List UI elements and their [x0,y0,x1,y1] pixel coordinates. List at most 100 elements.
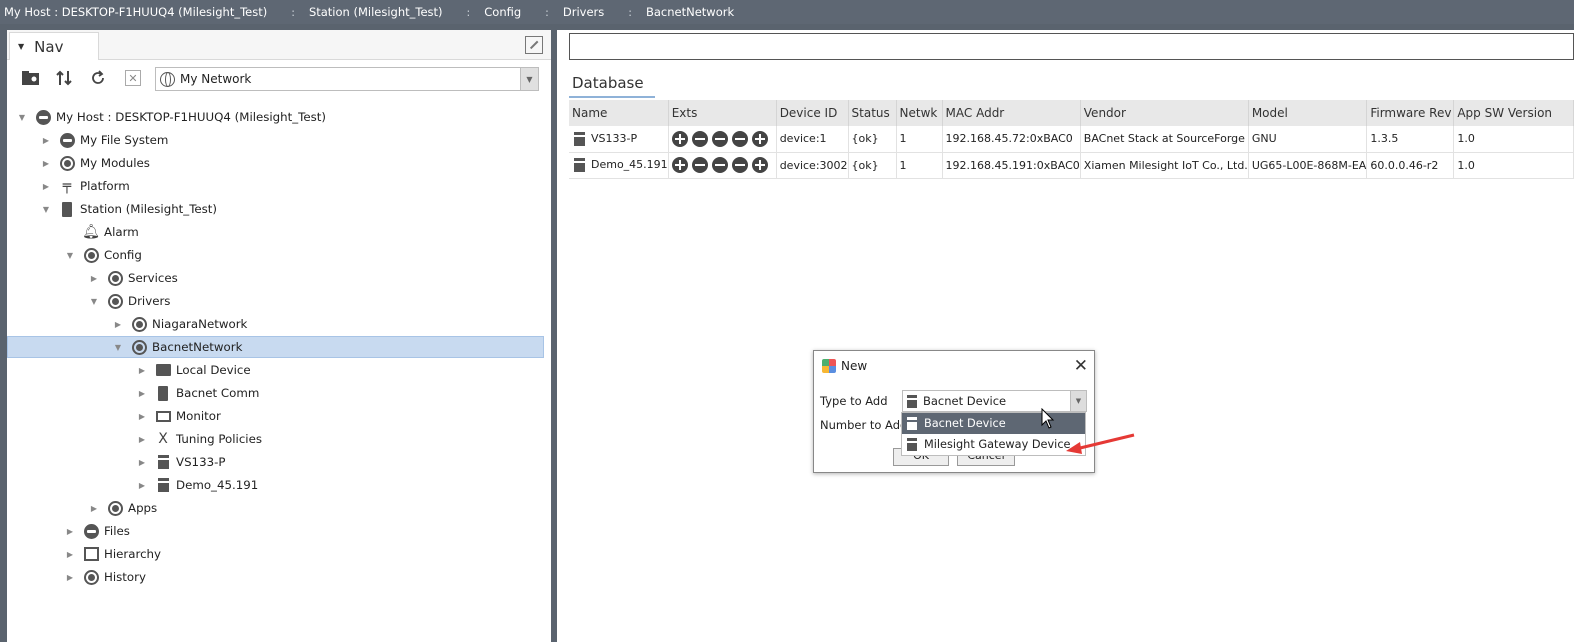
tree-item-files[interactable]: ▶ Files [7,520,544,542]
cell-mac: 192.168.45.72:0xBAC0 [942,126,1081,153]
device-icon [574,131,585,146]
extension-icons [671,157,768,173]
tree-item-local-device[interactable]: ▶ Local Device [7,359,544,381]
column-header[interactable]: Device ID [776,100,849,126]
database-table: Name Exts Device ID Status Netwk MAC Add… [569,100,1574,179]
column-header[interactable]: Vendor [1080,100,1249,126]
new-folder-button[interactable] [19,67,41,89]
tree-item-my-host[interactable]: ▼ My Host : DESKTOP-F1HUUQ4 (Milesight_T… [7,106,544,128]
breadcrumb-host[interactable]: My Host : DESKTOP-F1HUUQ4 (Milesight_Tes… [0,5,271,19]
tree-item-apps[interactable]: ▶ Apps [7,497,544,519]
tree-item-my-file-system[interactable]: ▶ My File System [7,129,544,151]
type-dropdown-list: Bacnet Device Milesight Gateway Device [901,412,1086,456]
tree-item-history[interactable]: ▶ History [7,566,544,588]
tree-item-tuning-policies[interactable]: ▶ Ⅹ Tuning Policies [7,428,544,450]
collapsed-icon[interactable]: ▶ [137,366,147,375]
column-header[interactable]: Name [569,100,669,126]
ext-icon[interactable] [671,157,688,173]
refresh-button[interactable] [87,67,109,89]
collapsed-icon[interactable]: ▶ [137,481,147,490]
ext-icon[interactable] [671,130,688,147]
table-row[interactable]: VS133-P device:1 {ok} 1 192.168.45.72:0x… [569,126,1574,153]
collapsed-icon[interactable]: ▶ [137,435,147,444]
breadcrumb-bacnetnetwork[interactable]: BacnetNetwork [642,5,738,19]
tree-item-config[interactable]: ▼ Config [7,244,544,266]
breadcrumb-drivers[interactable]: Drivers [559,5,608,19]
tree-item-drivers[interactable]: ▼ Drivers [7,290,544,312]
tree-item-label: Local Device [176,363,251,377]
close-icon[interactable]: ✕ [1074,356,1088,376]
expanded-icon[interactable]: ▼ [113,343,123,352]
chevron-down-icon[interactable]: ▼ [520,68,538,90]
station-icon [59,201,75,217]
column-header[interactable]: Model [1248,100,1368,126]
tree-item-demo-45-191[interactable]: ▶ Demo_45.191 [7,474,544,496]
collapsed-icon[interactable]: ▶ [137,389,147,398]
collapsed-icon[interactable]: ▶ [41,182,51,191]
ext-icon[interactable] [731,157,748,173]
collapsed-icon[interactable]: ▶ [137,412,147,421]
table-row[interactable]: Demo_45.191 device:3002 {ok} 1 192.168.4… [569,152,1574,179]
tree-item-monitor[interactable]: ▶ Monitor [7,405,544,427]
comm-icon [155,385,171,401]
collapsed-icon[interactable]: ▶ [41,159,51,168]
breadcrumb-separator: : [545,5,549,19]
collapsed-icon[interactable]: ▶ [65,550,75,559]
expanded-icon[interactable]: ▼ [41,205,51,214]
local-device-icon [155,362,171,378]
tree-item-niagaranetwork[interactable]: ▶ NiagaraNetwork [7,313,544,335]
collapsed-icon[interactable]: ▶ [113,320,123,329]
collapsed-icon[interactable]: ▶ [65,527,75,536]
address-field[interactable] [569,33,1574,60]
network-select[interactable]: My Network ▼ [155,67,539,91]
ext-icon[interactable] [711,130,728,147]
collapsed-icon[interactable]: ▶ [41,136,51,145]
bell-icon: 🔔︎ [82,224,100,240]
ext-icon[interactable] [691,157,708,173]
option-bacnet-device[interactable]: Bacnet Device [902,413,1085,434]
collapsed-icon[interactable]: ▶ [89,504,99,513]
tree-item-alarm[interactable]: 🔔︎ Alarm [7,221,544,243]
type-select[interactable]: Bacnet Device ▼ [902,390,1087,412]
column-header[interactable]: Netwk [896,100,943,126]
collapsed-icon[interactable]: ▶ [137,458,147,467]
chevron-down-icon[interactable]: ▼ [1070,391,1086,411]
cell-model: GNU [1248,126,1368,153]
tree-item-vs133-p[interactable]: ▶ VS133-P [7,451,544,473]
ext-icon[interactable] [751,157,768,173]
tree-item-platform[interactable]: ▶ ╤ Platform [7,175,544,197]
services-icon [107,270,123,286]
tree-item-services[interactable]: ▶ Services [7,267,544,289]
tree-item-hierarchy[interactable]: ▶ Hierarchy [7,543,544,565]
ext-icon[interactable] [711,157,728,173]
option-milesight-gateway-device[interactable]: Milesight Gateway Device [902,434,1085,455]
tree-item-bacnetnetwork[interactable]: ▼ BacnetNetwork [7,336,544,358]
expand-icon[interactable] [525,36,543,54]
caret-down-icon[interactable]: ▼ [18,42,24,51]
column-header[interactable]: Exts [668,100,777,126]
column-header[interactable]: Status [848,100,897,126]
expanded-icon[interactable]: ▼ [65,251,75,260]
column-header[interactable]: Firmware Rev [1366,100,1455,126]
tree-item-label: History [104,570,146,584]
breadcrumb-config[interactable]: Config [480,5,525,19]
nav-tab[interactable]: ▼ Nav [9,32,99,60]
collapsed-icon[interactable]: ▶ [65,573,75,582]
ext-icon[interactable] [751,130,768,147]
ext-icon[interactable] [691,130,708,147]
tree-item-my-modules[interactable]: ▶ My Modules [7,152,544,174]
option-label: Bacnet Device [924,417,1006,430]
expanded-icon[interactable]: ▼ [89,297,99,306]
expanded-icon[interactable]: ▼ [17,113,27,122]
close-button[interactable]: ✕ [125,70,141,86]
sort-button[interactable] [53,67,75,89]
breadcrumb-station[interactable]: Station (Milesight_Test) [305,5,447,19]
monitor-icon [155,408,171,424]
tree-item-station[interactable]: ▼ Station (Milesight_Test) [7,198,544,220]
column-header[interactable]: MAC Addr [942,100,1081,126]
tree-item-bacnet-comm[interactable]: ▶ Bacnet Comm [7,382,544,404]
collapsed-icon[interactable]: ▶ [89,274,99,283]
tab-database[interactable]: Database [569,68,655,98]
ext-icon[interactable] [731,130,748,147]
column-header[interactable]: App SW Version [1453,100,1574,126]
